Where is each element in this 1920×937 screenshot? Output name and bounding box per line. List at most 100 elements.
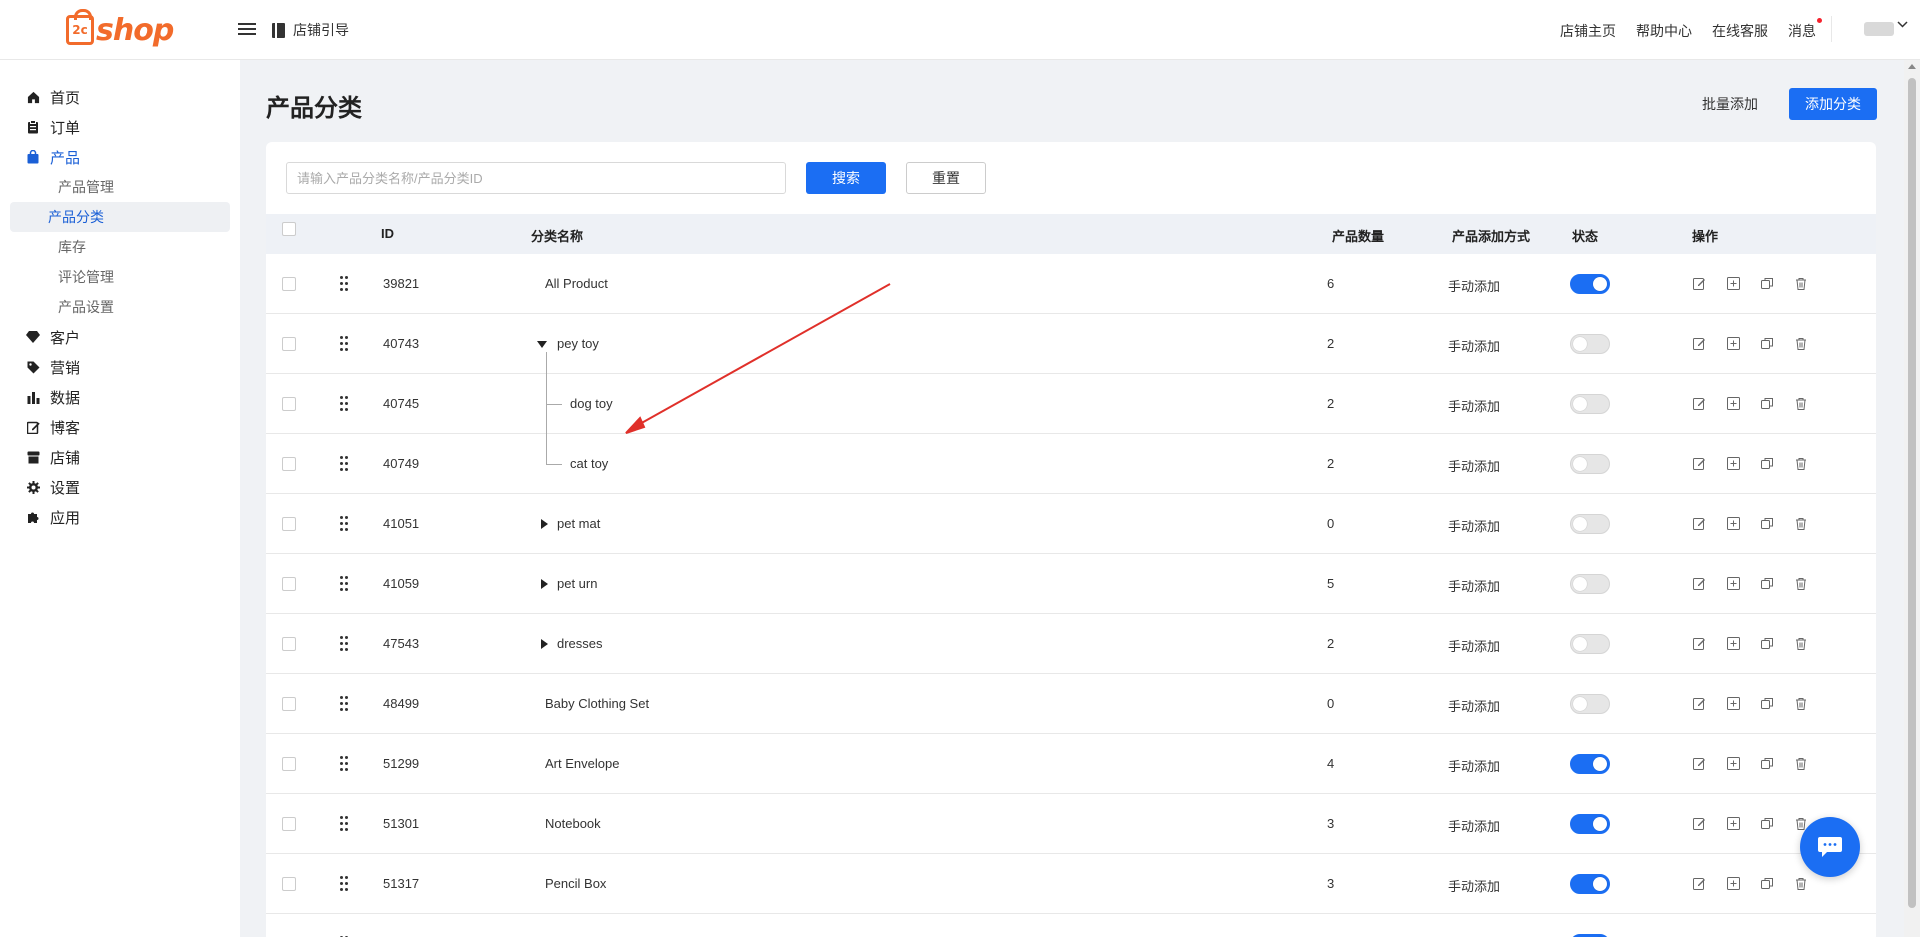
- category-name[interactable]: pet mat: [557, 516, 600, 531]
- help-center-link[interactable]: 帮助中心: [1636, 21, 1692, 41]
- drag-handle-icon[interactable]: [340, 516, 350, 532]
- copy-icon[interactable]: [1759, 575, 1775, 591]
- trash-icon[interactable]: [1793, 575, 1809, 591]
- category-name[interactable]: Baby Clothing Set: [545, 696, 649, 711]
- row-checkbox[interactable]: [282, 337, 296, 351]
- edit-icon[interactable]: [1691, 755, 1707, 771]
- copy-icon[interactable]: [1759, 395, 1775, 411]
- sidebar-item-blog[interactable]: 博客: [0, 412, 240, 442]
- caret-down-icon[interactable]: [537, 341, 547, 348]
- status-toggle[interactable]: [1570, 274, 1610, 294]
- drag-handle-icon[interactable]: [340, 276, 350, 292]
- add-subcategory-icon[interactable]: [1725, 335, 1741, 351]
- sidebar-item-orders[interactable]: 订单: [0, 112, 240, 142]
- category-name[interactable]: Art Envelope: [545, 756, 619, 771]
- edit-icon[interactable]: [1691, 575, 1707, 591]
- status-toggle[interactable]: [1570, 454, 1610, 474]
- drag-handle-icon[interactable]: [340, 756, 350, 772]
- category-name[interactable]: dog toy: [570, 396, 613, 411]
- row-checkbox[interactable]: [282, 877, 296, 891]
- trash-icon[interactable]: [1793, 335, 1809, 351]
- caret-right-icon[interactable]: [541, 639, 548, 649]
- select-all-checkbox[interactable]: [282, 222, 296, 236]
- drag-handle-icon[interactable]: [340, 876, 350, 892]
- scroll-up-icon[interactable]: [1908, 64, 1916, 69]
- sidebar-item-marketing[interactable]: 营销: [0, 352, 240, 382]
- reset-button[interactable]: 重置: [906, 162, 986, 194]
- add-subcategory-icon[interactable]: [1725, 815, 1741, 831]
- add-category-button[interactable]: 添加分类: [1789, 88, 1877, 120]
- drag-handle-icon[interactable]: [340, 816, 350, 832]
- online-service-link[interactable]: 在线客服: [1712, 21, 1768, 41]
- row-checkbox[interactable]: [282, 757, 296, 771]
- category-name[interactable]: pey toy: [557, 336, 599, 351]
- add-subcategory-icon[interactable]: [1725, 695, 1741, 711]
- copy-icon[interactable]: [1759, 635, 1775, 651]
- status-toggle[interactable]: [1570, 394, 1610, 414]
- category-name[interactable]: dresses: [557, 636, 603, 651]
- sidebar-item-home[interactable]: 首页: [0, 82, 240, 112]
- edit-icon[interactable]: [1691, 275, 1707, 291]
- batch-add-button[interactable]: 批量添加: [1690, 89, 1770, 119]
- edit-icon[interactable]: [1691, 395, 1707, 411]
- search-button[interactable]: 搜索: [806, 162, 886, 194]
- drag-handle-icon[interactable]: [340, 576, 350, 592]
- trash-icon[interactable]: [1793, 755, 1809, 771]
- copy-icon[interactable]: [1759, 695, 1775, 711]
- edit-icon[interactable]: [1691, 635, 1707, 651]
- add-subcategory-icon[interactable]: [1725, 515, 1741, 531]
- status-toggle[interactable]: [1570, 334, 1610, 354]
- row-checkbox[interactable]: [282, 457, 296, 471]
- trash-icon[interactable]: [1793, 395, 1809, 411]
- store-guide-link[interactable]: 店铺引导: [272, 20, 349, 40]
- sidebar-item-products[interactable]: 产品: [0, 142, 240, 172]
- status-toggle[interactable]: [1570, 694, 1610, 714]
- status-toggle[interactable]: [1570, 814, 1610, 834]
- scroll-thumb[interactable]: [1908, 78, 1916, 908]
- add-subcategory-icon[interactable]: [1725, 275, 1741, 291]
- menu-toggle-icon[interactable]: [238, 20, 256, 38]
- category-name[interactable]: cat toy: [570, 456, 608, 471]
- sidebar-item-apps[interactable]: 应用: [0, 502, 240, 532]
- sidebar-subitem-product-category[interactable]: 产品分类: [10, 202, 230, 232]
- trash-icon[interactable]: [1793, 695, 1809, 711]
- drag-handle-icon[interactable]: [340, 636, 350, 652]
- page-scrollbar[interactable]: [1904, 60, 1920, 937]
- caret-right-icon[interactable]: [541, 519, 548, 529]
- row-checkbox[interactable]: [282, 637, 296, 651]
- copy-icon[interactable]: [1759, 275, 1775, 291]
- add-subcategory-icon[interactable]: [1725, 635, 1741, 651]
- avatar[interactable]: [1864, 22, 1894, 36]
- copy-icon[interactable]: [1759, 815, 1775, 831]
- trash-icon[interactable]: [1793, 455, 1809, 471]
- trash-icon[interactable]: [1793, 875, 1809, 891]
- trash-icon[interactable]: [1793, 275, 1809, 291]
- edit-icon[interactable]: [1691, 815, 1707, 831]
- shop-logo[interactable]: 2c shop: [66, 9, 174, 50]
- row-checkbox[interactable]: [282, 277, 296, 291]
- add-subcategory-icon[interactable]: [1725, 875, 1741, 891]
- sidebar-subitem-product-settings[interactable]: 产品设置: [10, 292, 230, 322]
- sidebar-subitem-inventory[interactable]: 库存: [10, 232, 230, 262]
- sidebar-subitem-reviews[interactable]: 评论管理: [10, 262, 230, 292]
- add-subcategory-icon[interactable]: [1725, 575, 1741, 591]
- sidebar-item-store[interactable]: 店铺: [0, 442, 240, 472]
- drag-handle-icon[interactable]: [340, 336, 350, 352]
- row-checkbox[interactable]: [282, 517, 296, 531]
- messages-link[interactable]: 消息: [1788, 18, 1822, 41]
- edit-icon[interactable]: [1691, 875, 1707, 891]
- drag-handle-icon[interactable]: [340, 696, 350, 712]
- sidebar-item-settings[interactable]: 设置: [0, 472, 240, 502]
- row-checkbox[interactable]: [282, 697, 296, 711]
- add-subcategory-icon[interactable]: [1725, 755, 1741, 771]
- copy-icon[interactable]: [1759, 335, 1775, 351]
- add-subcategory-icon[interactable]: [1725, 395, 1741, 411]
- sidebar-item-data[interactable]: 数据: [0, 382, 240, 412]
- edit-icon[interactable]: [1691, 335, 1707, 351]
- sidebar-subitem-product-management[interactable]: 产品管理: [10, 172, 230, 202]
- trash-icon[interactable]: [1793, 635, 1809, 651]
- category-name[interactable]: All Product: [545, 276, 608, 291]
- trash-icon[interactable]: [1793, 515, 1809, 531]
- edit-icon[interactable]: [1691, 455, 1707, 471]
- category-name[interactable]: Notebook: [545, 816, 601, 831]
